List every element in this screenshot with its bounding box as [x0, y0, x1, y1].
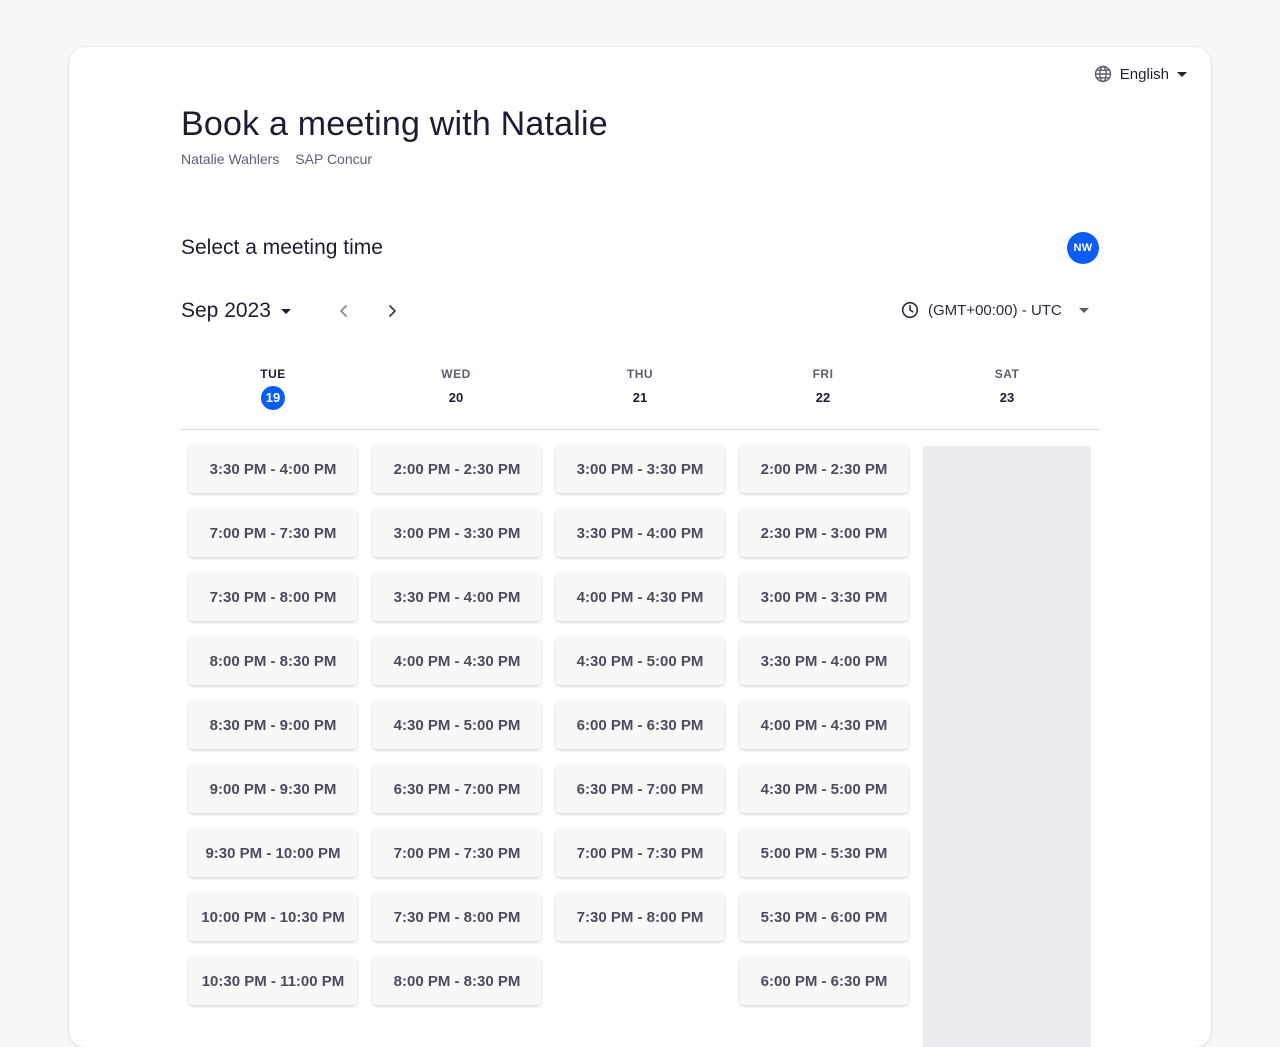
time-slot-button[interactable]: 3:00 PM - 3:30 PM: [556, 446, 724, 493]
page-title: Book a meeting with Natalie: [181, 105, 608, 143]
day-header-wed: WED 20: [372, 365, 540, 410]
chevron-left-icon: [340, 305, 347, 317]
day-column-tue: 3:30 PM - 4:00 PM 7:00 PM - 7:30 PM 7:30 P…: [189, 446, 357, 1022]
day-header-thu: THU 21: [556, 365, 724, 410]
time-slot-button[interactable]: 3:30 PM - 4:00 PM: [189, 446, 357, 493]
time-slot-button[interactable]: 3:00 PM - 3:30 PM: [740, 574, 908, 621]
globe-icon: [1094, 65, 1112, 83]
time-slot-button[interactable]: 9:30 PM - 10:00 PM: [189, 830, 357, 877]
time-slot-button[interactable]: 4:30 PM - 5:00 PM: [556, 638, 724, 685]
day-column-sat-unavailable: [923, 446, 1091, 1047]
time-slot-button[interactable]: 6:00 PM - 6:30 PM: [740, 958, 908, 1005]
time-slot-button[interactable]: 7:00 PM - 7:30 PM: [556, 830, 724, 877]
day-number: 22: [815, 390, 831, 405]
time-slot-button[interactable]: 3:00 PM - 3:30 PM: [373, 510, 541, 557]
day-header-fri: FRI 22: [739, 365, 907, 410]
time-slot-button[interactable]: 6:30 PM - 7:00 PM: [373, 766, 541, 813]
time-slot-button[interactable]: 4:00 PM - 4:30 PM: [556, 574, 724, 621]
time-slot-button[interactable]: 5:00 PM - 5:30 PM: [740, 830, 908, 877]
host-company: SAP Concur: [295, 151, 373, 167]
time-slot-button[interactable]: 2:00 PM - 2:30 PM: [740, 446, 908, 493]
avatar[interactable]: NW: [1067, 232, 1099, 264]
day-name: SAT: [994, 367, 1020, 381]
day-column-wed: 2:00 PM - 2:30 PM 3:00 PM - 3:30 PM 3:30 P…: [373, 446, 541, 1022]
time-slot-button[interactable]: 6:30 PM - 7:00 PM: [556, 766, 724, 813]
booking-card: English Book a meeting with Natalie Nata…: [69, 47, 1211, 1047]
time-slot-button[interactable]: 7:30 PM - 8:00 PM: [556, 894, 724, 941]
time-slot-button[interactable]: 9:00 PM - 9:30 PM: [189, 766, 357, 813]
time-slot-button[interactable]: 4:30 PM - 5:00 PM: [740, 766, 908, 813]
time-slot-button[interactable]: 7:00 PM - 7:30 PM: [373, 830, 541, 877]
previous-week-button[interactable]: [330, 297, 358, 325]
day-header-tue: TUE 19: [189, 365, 357, 410]
day-number: 20: [448, 390, 464, 405]
language-label: English: [1119, 65, 1169, 83]
day-name: THU: [626, 367, 654, 381]
chevron-down-icon: [1177, 71, 1187, 77]
time-slot-button[interactable]: 6:00 PM - 6:30 PM: [556, 702, 724, 749]
day-number: 19: [261, 386, 285, 410]
day-column-thu: 3:00 PM - 3:30 PM 3:30 PM - 4:00 PM 4:00 P…: [556, 446, 724, 958]
time-slot-button[interactable]: 5:30 PM - 6:00 PM: [740, 894, 908, 941]
day-header-row: TUE 19 WED 20 THU 21 FRI 22 SAT 23: [181, 365, 1099, 430]
section-heading: Select a meeting time: [181, 236, 383, 259]
time-slot-button[interactable]: 2:30 PM - 3:00 PM: [740, 510, 908, 557]
time-slot-button[interactable]: 3:30 PM - 4:00 PM: [373, 574, 541, 621]
day-name: FRI: [812, 367, 834, 381]
time-slot-button[interactable]: 8:00 PM - 8:30 PM: [373, 958, 541, 1005]
time-slot-button[interactable]: 4:00 PM - 4:30 PM: [740, 702, 908, 749]
timezone-label: (GMT+00:00) - UTC: [928, 301, 1062, 319]
day-name: TUE: [260, 367, 286, 381]
time-slot-button[interactable]: 4:00 PM - 4:30 PM: [373, 638, 541, 685]
host-name: Natalie Wahlers: [181, 151, 280, 167]
month-selector[interactable]: Sep 2023: [181, 299, 291, 323]
month-label: Sep 2023: [181, 299, 271, 322]
day-number: 21: [632, 390, 648, 405]
time-slot-button[interactable]: 4:30 PM - 5:00 PM: [373, 702, 541, 749]
chevron-down-icon: [1078, 307, 1089, 313]
chevron-right-icon: [389, 305, 396, 317]
host-info: Natalie Wahlers SAP Concur: [181, 151, 372, 167]
chevron-down-icon: [280, 308, 291, 314]
clock-icon: [901, 301, 919, 319]
time-slot-button[interactable]: 3:30 PM - 4:00 PM: [740, 638, 908, 685]
time-slot-button[interactable]: 7:30 PM - 8:00 PM: [189, 574, 357, 621]
time-slot-button[interactable]: 8:00 PM - 8:30 PM: [189, 638, 357, 685]
time-slot-button[interactable]: 3:30 PM - 4:00 PM: [556, 510, 724, 557]
day-name: WED: [441, 367, 471, 381]
next-week-button[interactable]: [378, 297, 406, 325]
language-selector[interactable]: English: [1094, 65, 1187, 83]
time-slot-button[interactable]: 10:00 PM - 10:30 PM: [189, 894, 357, 941]
day-column-fri: 2:00 PM - 2:30 PM 2:30 PM - 3:00 PM 3:00 P…: [740, 446, 908, 1022]
time-slot-button[interactable]: 10:30 PM - 11:00 PM: [189, 958, 357, 1005]
time-slot-button[interactable]: 7:00 PM - 7:30 PM: [189, 510, 357, 557]
time-slot-button[interactable]: 2:00 PM - 2:30 PM: [373, 446, 541, 493]
day-number: 23: [999, 390, 1015, 405]
day-header-sat: SAT 23: [923, 365, 1091, 410]
time-slot-button[interactable]: 8:30 PM - 9:00 PM: [189, 702, 357, 749]
timezone-selector[interactable]: (GMT+00:00) - UTC: [901, 301, 1089, 319]
time-slot-button[interactable]: 7:30 PM - 8:00 PM: [373, 894, 541, 941]
